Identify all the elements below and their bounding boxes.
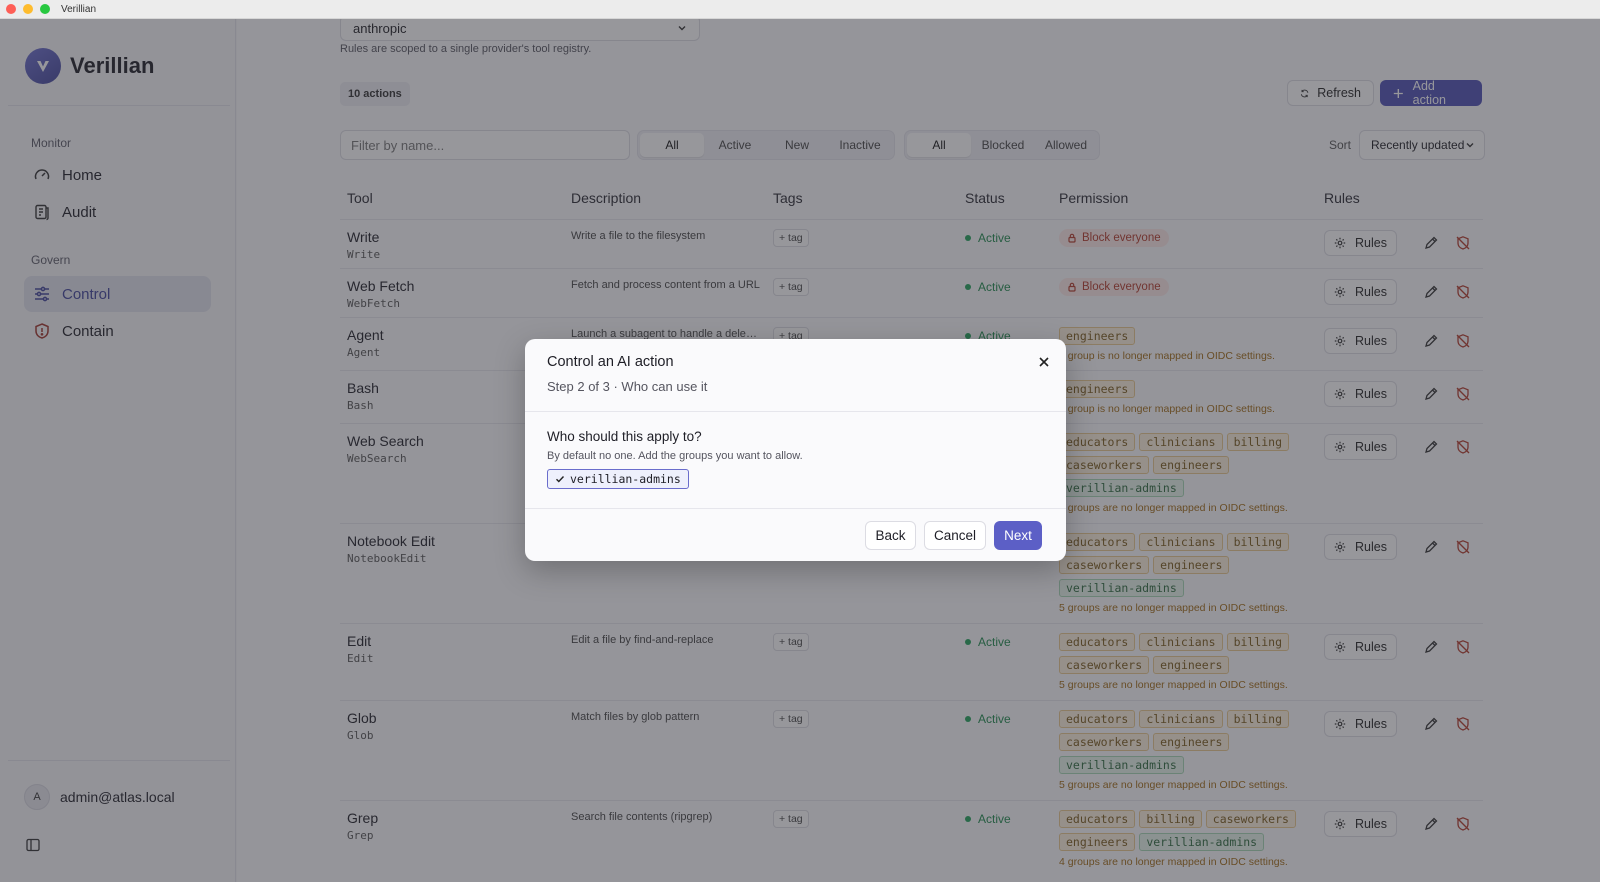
dialog-title: Control an AI action [547, 354, 674, 370]
window-controls [6, 4, 50, 14]
control-action-dialog: Control an AI action Step 2 of 3 · Who c… [525, 339, 1066, 561]
close-icon[interactable] [1037, 355, 1051, 369]
check-icon [556, 476, 565, 483]
dialog-question: Who should this apply to? [547, 429, 702, 444]
maximize-window-button[interactable] [40, 4, 50, 14]
dialog-step: Step 2 of 3 · Who can use it [547, 379, 708, 394]
next-button[interactable]: Next [994, 521, 1042, 550]
window-titlebar: Verillian [0, 0, 1600, 19]
close-window-button[interactable] [6, 4, 16, 14]
dialog-hint: By default no one. Add the groups you wa… [547, 450, 803, 462]
minimize-window-button[interactable] [23, 4, 33, 14]
dialog-divider [525, 411, 1066, 412]
window-title: Verillian [61, 3, 97, 15]
group-option-label: verillian-admins [570, 472, 681, 486]
cancel-button[interactable]: Cancel [924, 521, 986, 550]
dialog-divider [525, 508, 1066, 509]
group-option-verillian-admins[interactable]: verillian-admins [547, 469, 689, 489]
back-button[interactable]: Back [865, 521, 916, 550]
